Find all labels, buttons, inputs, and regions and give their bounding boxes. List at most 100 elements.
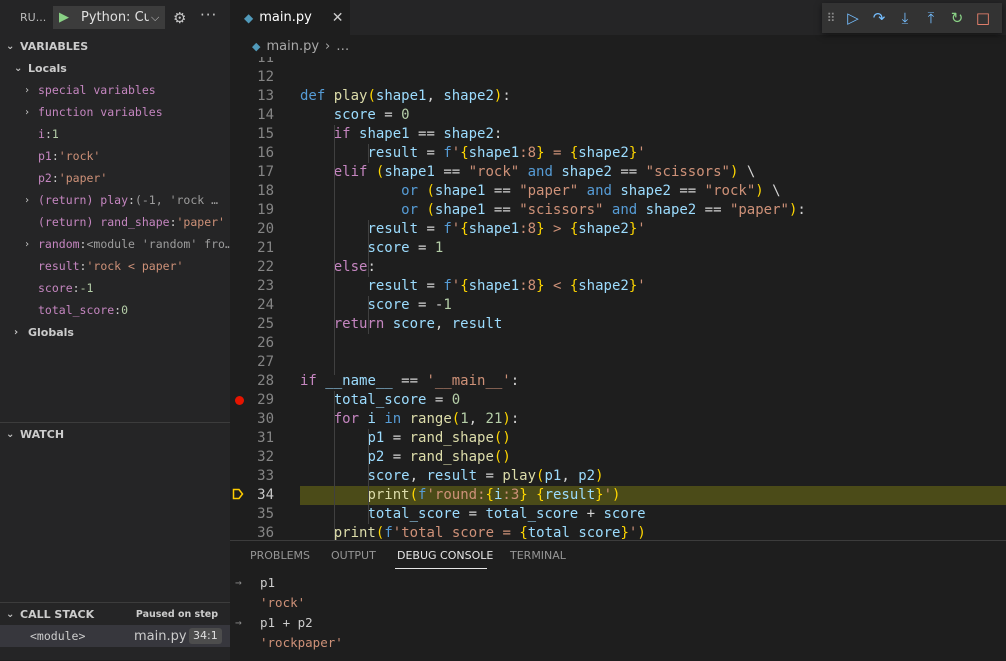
variable-separator: : [72, 281, 80, 295]
code-line[interactable]: 14 score = 0 [230, 106, 1006, 125]
variable-row[interactable]: total_score: 0 [0, 299, 230, 321]
tab-debug-console[interactable]: DEBUG CONSOLE [397, 549, 493, 562]
step-into-icon[interactable]: ⤓ [892, 9, 918, 27]
variable-row[interactable]: p2: 'paper' [0, 167, 230, 189]
line-number: 31 [257, 430, 274, 446]
code-line[interactable]: 12 [230, 68, 1006, 87]
variables-section-header[interactable]: ⌄ VARIABLES [0, 35, 230, 57]
code-line[interactable]: 24 score = -1 [230, 296, 1006, 315]
line-text: p2 = rand_shape() [367, 449, 511, 465]
code-line[interactable]: 13 def play(shape1, shape2): [230, 87, 1006, 106]
tab-output[interactable]: OUTPUT [331, 549, 376, 562]
code-line[interactable]: 15 if shape1 == shape2: [230, 125, 1006, 144]
callstack-section-header[interactable]: ⌄ CALL STACK Paused on step [0, 603, 230, 625]
variable-separator: : [51, 149, 59, 163]
tab-problems[interactable]: PROBLEMS [250, 549, 310, 562]
code-line[interactable]: 34 print(f'round:{i:3} {result}') [230, 486, 1006, 505]
code-line[interactable]: 21 score = 1 [230, 239, 1006, 258]
console-line: → p1 [230, 572, 1006, 592]
close-icon[interactable]: ✕ [332, 10, 344, 26]
line-text: print(f'round:{i:3} {result}') [367, 487, 621, 503]
code-line[interactable]: 20 result = f'{shape1:8} > {shape2}' [230, 220, 1006, 239]
console-line: → p1 + p2 [230, 612, 1006, 632]
variable-row[interactable]: › random: <module 'random' fro… [0, 233, 230, 255]
line-number: 23 [257, 278, 274, 294]
line-text: return score, result [333, 316, 503, 332]
more-actions-icon[interactable]: ··· [200, 6, 217, 24]
start-debugging-icon[interactable]: ▶ [59, 10, 77, 25]
variable-separator: : [79, 237, 87, 251]
gear-icon[interactable]: ⚙ [173, 9, 186, 27]
code-line[interactable]: 31 p1 = rand_shape() [230, 429, 1006, 448]
code-line[interactable]: 30 for i in range(1, 21): [230, 410, 1006, 429]
line-text: else: [333, 259, 376, 275]
variable-row[interactable]: › special variables [0, 79, 230, 101]
code-line[interactable]: 22 else: [230, 258, 1006, 277]
line-number: 32 [257, 449, 274, 465]
code-line[interactable]: 27 [230, 353, 1006, 372]
code-line[interactable]: 18 or (shape1 == "paper" and shape2 == "… [230, 182, 1006, 201]
line-number: 13 [257, 88, 274, 104]
variable-separator: : [44, 127, 52, 141]
code-line[interactable]: 35 total_score = total_score + score [230, 505, 1006, 524]
code-line[interactable]: 32 p2 = rand_shape() [230, 448, 1006, 467]
step-out-icon[interactable]: ⤒ [918, 9, 944, 27]
callstack-frame[interactable]: <module> main.py 34:1 [0, 625, 230, 647]
step-over-icon[interactable]: ↷ [866, 9, 892, 27]
chevron-right-icon[interactable]: › [24, 107, 30, 118]
code-line[interactable]: 29 total_score = 0 [230, 391, 1006, 410]
code-line[interactable]: 28 if __name__ == '__main__': [230, 372, 1006, 391]
code-line[interactable]: 33 score, result = play(p1, p2) [230, 467, 1006, 486]
code-line[interactable]: 26 [230, 334, 1006, 353]
line-number: 33 [257, 468, 274, 484]
variable-separator: : [114, 303, 122, 317]
chevron-right-icon[interactable]: › [24, 239, 30, 250]
console-text: 'rockpaper' [260, 634, 343, 650]
chevron-right-icon: › [325, 38, 331, 54]
variable-row[interactable]: › (return) play: (-1, 'rock … [0, 189, 230, 211]
code-line[interactable]: 25 return score, result [230, 315, 1006, 334]
line-number: 34 [257, 487, 274, 503]
variable-row[interactable]: result: 'rock < paper' [0, 255, 230, 277]
code-line[interactable]: 17 elif (shape1 == "rock" and shape2 == … [230, 163, 1006, 182]
breadcrumb: ◆ main.py › … [230, 35, 1006, 57]
line-number: 14 [257, 107, 274, 123]
variable-value: 'paper' [176, 215, 225, 229]
continue-icon[interactable]: ▷ [840, 9, 866, 27]
run-config-dropdown[interactable]: ▶ Python: Cu ⌵ [53, 6, 165, 29]
tab-terminal[interactable]: TERMINAL [510, 549, 566, 562]
drag-handle-icon[interactable]: ⠿ [822, 11, 840, 25]
breadcrumb-symbols[interactable]: … [336, 39, 349, 54]
variable-separator: : [128, 193, 135, 207]
chevron-right-icon[interactable]: › [24, 195, 30, 206]
breadcrumb-file[interactable]: main.py [266, 39, 319, 54]
sidebar-header: RU... ▶ Python: Cu ⌵ ⚙ ··· [0, 0, 230, 35]
variable-row[interactable]: p1: 'rock' [0, 145, 230, 167]
globals-scope[interactable]: › Globals [0, 321, 230, 343]
code-editor[interactable]: 11 12 13 def play(shape1, shape2): 14 score … [230, 57, 1006, 540]
stop-icon[interactable]: □ [970, 9, 996, 27]
variable-row[interactable]: i: 1 [0, 123, 230, 145]
tab-main-py[interactable]: ◆ main.py ✕ [230, 0, 350, 35]
code-line[interactable]: 19 or (shape1 == "scissors" and shape2 =… [230, 201, 1006, 220]
line-text: p1 = rand_shape() [367, 430, 511, 446]
callstack-title: CALL STACK [20, 607, 95, 621]
frame-file: main.py [134, 628, 187, 644]
debug-toolbar: ⠿ ▷ ↷ ⤓ ⤒ ↻ □ [822, 3, 1002, 33]
code-line[interactable]: 23 result = f'{shape1:8} < {shape2}' [230, 277, 1006, 296]
chevron-down-icon: ⌄ [6, 428, 15, 440]
chevron-down-icon[interactable]: ⌵ [151, 11, 159, 25]
variable-row[interactable]: (return) rand_shape: 'paper' [0, 211, 230, 233]
watch-section-header[interactable]: ⌄ WATCH [0, 423, 230, 445]
locals-scope[interactable]: ⌄ Locals [0, 57, 230, 79]
code-line[interactable]: 11 [230, 57, 1006, 68]
line-text: for i in range(1, 21): [333, 411, 520, 427]
restart-icon[interactable]: ↻ [944, 9, 970, 27]
variable-separator: : [51, 171, 59, 185]
code-line[interactable]: 36 print(f'total score = {total_score}') [230, 524, 1006, 540]
variable-row[interactable]: › function variables [0, 101, 230, 123]
line-text: score = -1 [367, 297, 452, 313]
code-line[interactable]: 16 result = f'{shape1:8} = {shape2}' [230, 144, 1006, 163]
variable-row[interactable]: score: -1 [0, 277, 230, 299]
chevron-right-icon[interactable]: › [24, 85, 30, 96]
